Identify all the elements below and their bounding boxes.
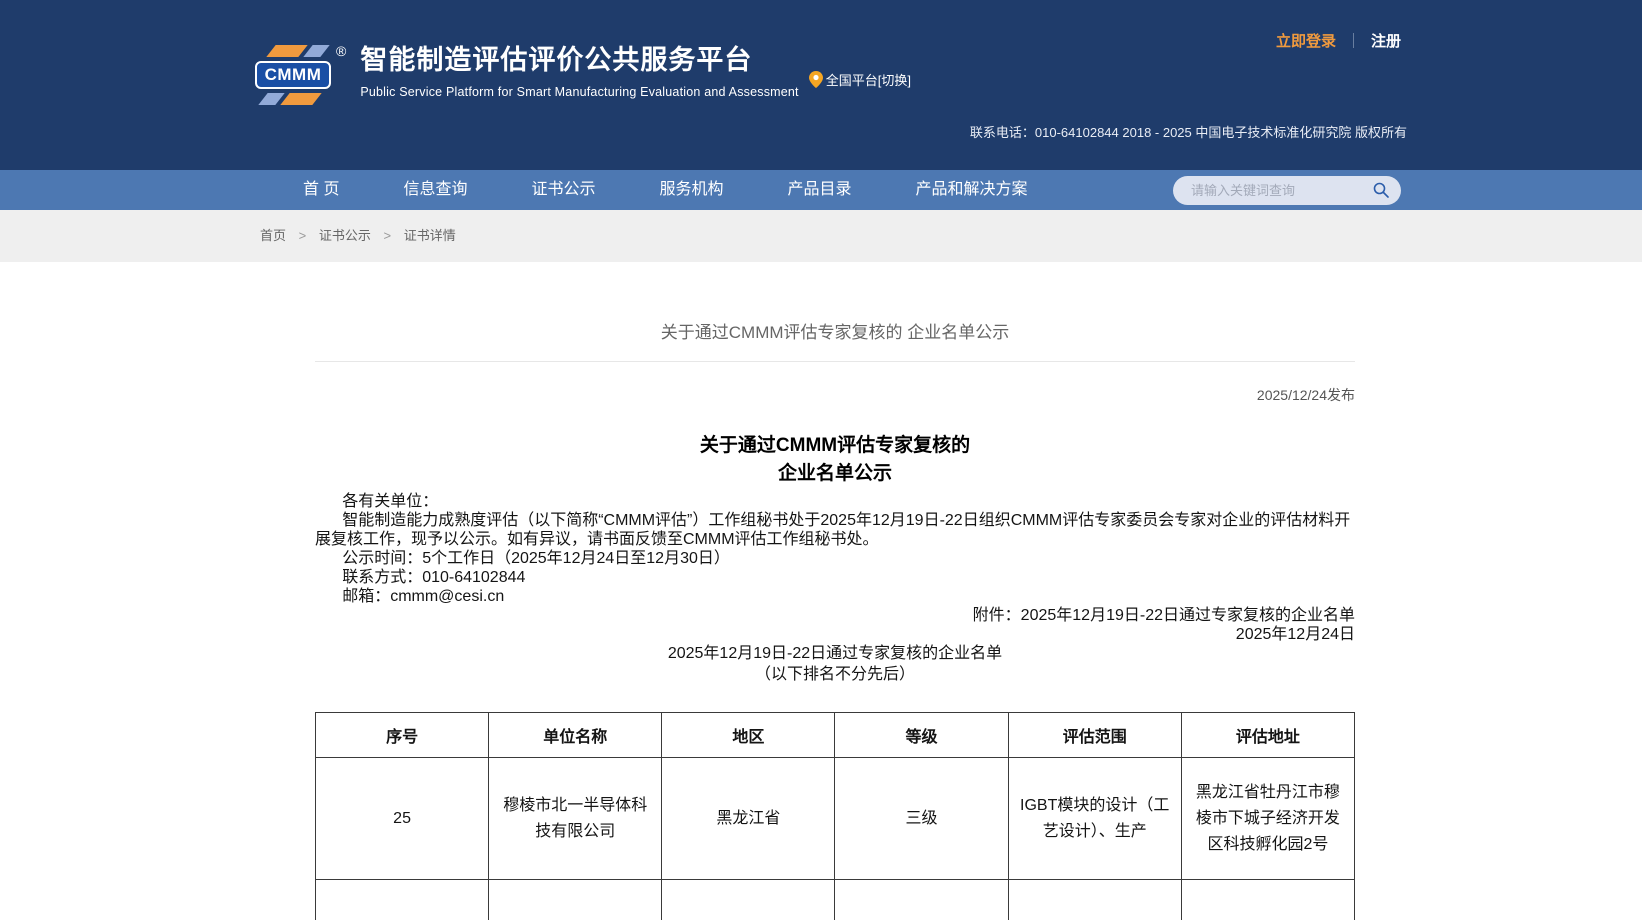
logo-stripe-orange-top [266,45,307,57]
list-subtitle: （以下排名不分先后） [315,663,1355,686]
contact-copyright-line: 联系电话：010-64102844 2018 - 2025 中国电子技术标准化研… [970,122,1407,141]
logo-stripe-blue-top [303,45,329,57]
notice-period: 公示时间：5个工作日（2025年12月24日至12月30日） [315,549,1355,568]
title-divider [315,361,1355,362]
announcement-article: 关于通过CMMM评估专家复核的 企业名单公示 2025/12/24发布 关于通过… [315,262,1355,920]
contact-email: 邮箱：cmmm@cesi.cn [315,587,1355,606]
search-icon[interactable] [1373,182,1389,198]
col-header-serial: 序号 [316,713,489,758]
cell-scope [1008,880,1181,920]
col-header-level: 等级 [835,713,1008,758]
platform-switch-link[interactable]: 全国平台[切换] [809,70,911,89]
cell-level: 三级 [835,758,1008,880]
search-input[interactable] [1191,183,1373,198]
cell-address [1181,880,1354,920]
nav-item-products-solutions[interactable]: 产品和解决方案 [900,170,1044,210]
cell-region: 黑龙江省 [662,758,835,880]
breadcrumb-separator: > [299,228,307,243]
breadcrumb-cert-publicity[interactable]: 证书公示 [319,228,371,243]
cell-company [489,880,662,920]
col-header-region: 地区 [662,713,835,758]
page-title: 关于通过CMMM评估专家复核的 企业名单公示 [315,318,1355,343]
site-subtitle: Public Service Platform for Smart Manufa… [360,85,798,99]
table-row-partial [316,880,1355,920]
login-link[interactable]: 立即登录 [1276,33,1336,50]
cell-region [662,880,835,920]
breadcrumb: 首页 > 证书公示 > 证书详情 [241,210,1401,262]
logo-stripe-orange-bottom [280,93,321,105]
nav-item-product-catalog[interactable]: 产品目录 [772,170,868,210]
nav-item-cert-publicity[interactable]: 证书公示 [515,170,611,210]
announcement-paragraph: 智能制造能力成熟度评估（以下简称“CMMM评估”）工作组秘书处于2025年12月… [315,511,1355,549]
cell-serial [316,880,489,920]
nav-item-info-query[interactable]: 信息查询 [387,170,483,210]
document-heading: 关于通过CMMM评估专家复核的 企业名单公示 [315,432,1355,488]
breadcrumb-bar: 首页 > 证书公示 > 证书详情 [0,210,1642,262]
breadcrumb-separator: > [384,228,392,243]
cell-serial: 25 [316,758,489,880]
main-nav: 首 页 信息查询 证书公示 服务机构 产品目录 产品和解决方案 [0,170,1642,210]
salutation: 各有关单位： [315,492,1355,511]
publish-date: 2025/12/24发布 [315,386,1355,404]
cell-address: 黑龙江省牡丹江市穆棱市下城子经济开发区科技孵化园2号 [1181,758,1354,880]
col-header-scope: 评估范围 [1008,713,1181,758]
col-header-company: 单位名称 [489,713,662,758]
table-row: 25 穆棱市北一半导体科技有限公司 黑龙江省 三级 IGBT模块的设计（工艺设计… [316,758,1355,880]
auth-divider: ｜ [1346,33,1361,50]
nav-item-service-orgs[interactable]: 服务机构 [643,170,739,210]
sign-date: 2025年12月24日 [315,625,1355,644]
cmmm-logo[interactable]: CMMM [255,44,331,106]
cell-company: 穆棱市北一半导体科技有限公司 [489,758,662,880]
company-list-table: 序号 单位名称 地区 等级 评估范围 评估地址 25 穆棱市北一半导体科技有限公… [315,712,1355,920]
document-heading-line1: 关于通过CMMM评估专家复核的 [315,432,1355,460]
breadcrumb-cert-detail: 证书详情 [404,228,456,243]
search-box[interactable] [1173,176,1401,205]
document-heading-line2: 企业名单公示 [315,460,1355,488]
col-header-address: 评估地址 [1181,713,1354,758]
cell-level [835,880,1008,920]
logo-badge: CMMM [255,61,331,89]
nav-item-home[interactable]: 首 页 [287,170,355,210]
platform-switch-label: 全国平台[切换] [826,70,911,89]
brand-row: CMMM ® 智能制造评估评价公共服务平台 Public Service Pla… [255,44,911,106]
contact-phone: 联系方式：010-64102844 [315,568,1355,587]
breadcrumb-home[interactable]: 首页 [260,228,286,243]
table-header-row: 序号 单位名称 地区 等级 评估范围 评估地址 [316,713,1355,758]
list-title: 2025年12月19日-22日通过专家复核的企业名单 [315,644,1355,663]
location-pin-icon [809,71,823,88]
site-title: 智能制造评估评价公共服务平台 [360,44,798,76]
register-link[interactable]: 注册 [1371,33,1401,50]
cell-scope: IGBT模块的设计（工艺设计）、生产 [1008,758,1181,880]
attachment-line: 附件：2025年12月19日-22日通过专家复核的企业名单 [315,606,1355,625]
site-header: 立即登录 ｜ 注册 CMMM ® 智能制造评估评价公共服务平台 Public Ser… [0,0,1642,170]
auth-links: 立即登录 ｜ 注册 [1276,30,1401,51]
registered-trademark-icon: ® [336,44,346,58]
